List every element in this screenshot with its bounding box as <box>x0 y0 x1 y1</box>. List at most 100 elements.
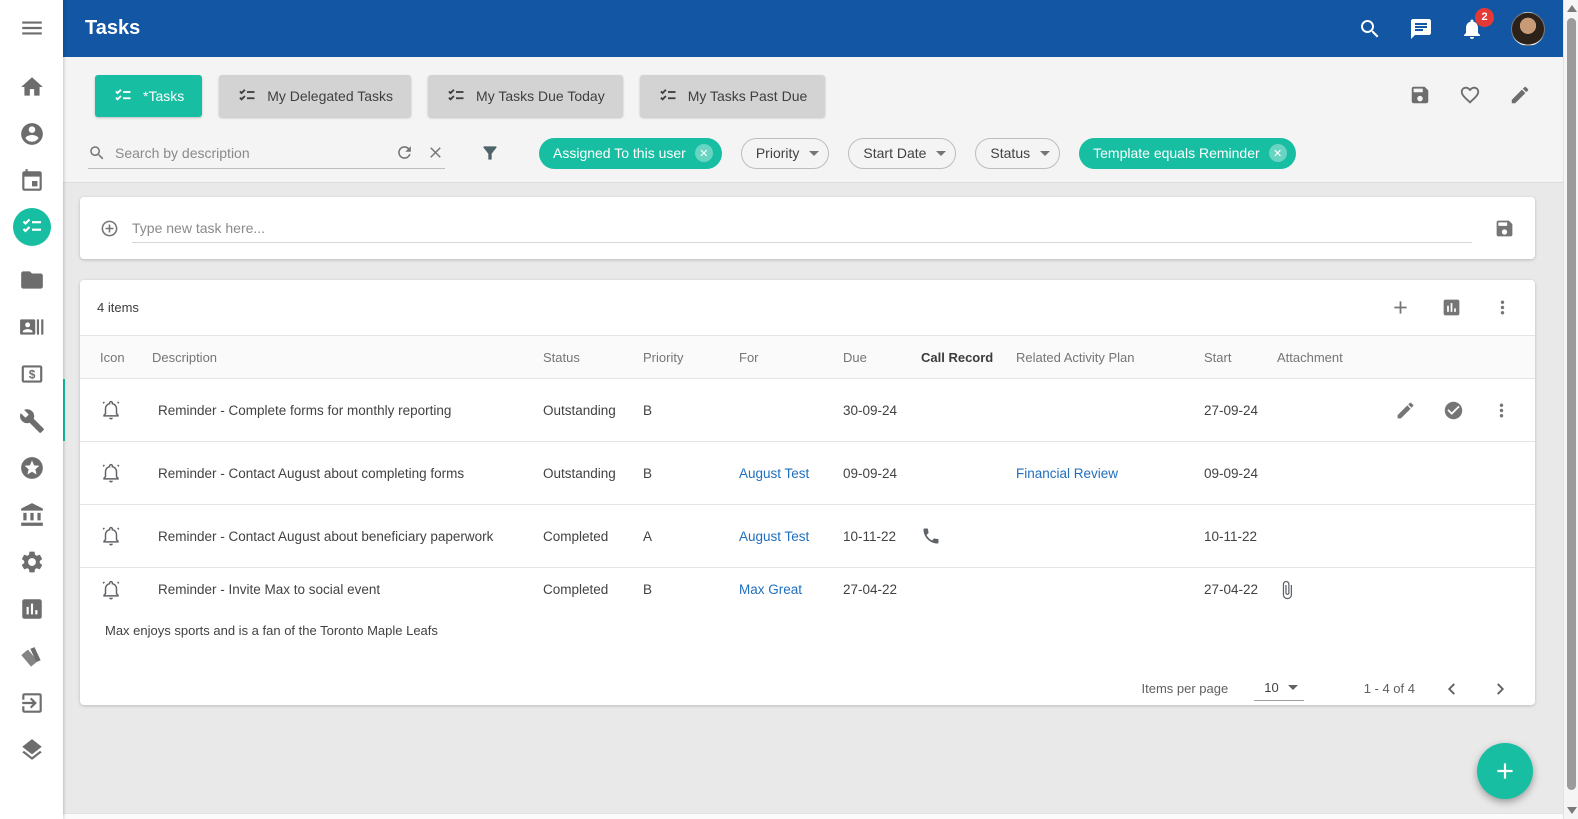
tab-my-delegated-tasks[interactable]: My Delegated Tasks <box>219 75 411 117</box>
task-note: Max enjoys sports and is a fan of the To… <box>80 611 1535 660</box>
accounts-bank-icon[interactable] <box>19 502 45 528</box>
refresh-icon[interactable] <box>395 143 414 162</box>
tags-deck-icon[interactable] <box>19 643 45 669</box>
home-icon[interactable] <box>19 74 45 100</box>
col-header-due[interactable]: Due <box>843 350 921 365</box>
task-for-link[interactable]: August Test <box>739 529 809 544</box>
col-header-for[interactable]: For <box>739 350 843 365</box>
task-for-link[interactable]: August Test <box>739 466 809 481</box>
notifications-bell-icon[interactable]: 2 <box>1460 17 1484 41</box>
items-bar: 4 items <box>80 280 1535 335</box>
chip-remove-icon[interactable]: ✕ <box>1269 144 1287 162</box>
task-priority: B <box>643 582 739 597</box>
col-header-priority[interactable]: Priority <box>643 350 739 365</box>
col-header-start[interactable]: Start <box>1204 350 1277 365</box>
chevron-down-icon <box>809 151 819 156</box>
chat-icon[interactable] <box>1409 17 1433 41</box>
menu-icon[interactable] <box>19 15 45 41</box>
chip-label: Priority <box>756 145 800 161</box>
col-header-status[interactable]: Status <box>543 350 643 365</box>
table-row[interactable]: Reminder - Contact August about completi… <box>80 442 1535 505</box>
tab-my-tasks-past-due[interactable]: My Tasks Past Due <box>640 75 826 117</box>
pagination: Items per page 10 1 - 4 of 4 <box>80 660 1535 717</box>
scrollbar-thumb[interactable] <box>1567 18 1576 790</box>
complete-task-icon[interactable] <box>1443 400 1464 421</box>
chip-label: Template equals Reminder <box>1093 145 1260 161</box>
search-icon[interactable] <box>1358 17 1382 41</box>
call-record-phone-icon[interactable] <box>921 526 941 546</box>
address-book-icon[interactable] <box>19 121 45 147</box>
sidebar: $ <box>0 0 63 819</box>
task-description: Reminder - Invite Max to social event <box>152 582 543 597</box>
reports-chart-icon[interactable] <box>19 596 45 622</box>
next-page-icon[interactable] <box>1489 678 1511 700</box>
chip-remove-icon[interactable]: ✕ <box>695 144 713 162</box>
layers-icon[interactable] <box>19 737 45 763</box>
save-view-icon[interactable] <box>1409 84 1431 106</box>
import-exit-icon[interactable] <box>19 690 45 716</box>
task-for-link[interactable]: Max Great <box>739 582 802 597</box>
contacts-list-icon[interactable] <box>19 314 45 340</box>
chip-label: Status <box>990 145 1030 161</box>
edit-task-icon[interactable] <box>1395 400 1416 421</box>
tools-wrench-icon[interactable] <box>19 408 45 434</box>
table-row[interactable]: Reminder - Invite Max to social event Co… <box>80 568 1535 611</box>
plus-icon <box>1492 758 1518 784</box>
tab-label: *Tasks <box>143 88 184 104</box>
tasks-table-card: 4 items Icon Description Status Priority… <box>80 280 1535 705</box>
col-header-related-activity-plan[interactable]: Related Activity Plan <box>1016 350 1204 365</box>
documents-folder-icon[interactable] <box>19 267 45 293</box>
new-task-card <box>80 197 1535 259</box>
column-chart-icon[interactable] <box>1441 297 1462 318</box>
reminder-bell-icon <box>100 399 122 421</box>
add-task-icon[interactable] <box>1390 297 1411 318</box>
tab-my-tasks-due-today[interactable]: My Tasks Due Today <box>428 75 623 117</box>
col-header-description[interactable]: Description <box>152 350 543 365</box>
scroll-down-arrow[interactable] <box>1567 807 1577 814</box>
table-row[interactable]: Reminder - Contact August about benefici… <box>80 505 1535 568</box>
app-bar: Tasks 2 <box>63 0 1563 57</box>
user-avatar[interactable] <box>1511 12 1545 46</box>
horizontal-scrollbar[interactable] <box>63 813 1563 819</box>
task-description: Reminder - Contact August about completi… <box>152 466 543 481</box>
chip-status[interactable]: Status <box>975 138 1060 169</box>
clear-search-icon[interactable] <box>426 143 445 162</box>
add-task-fab[interactable] <box>1477 743 1533 799</box>
previous-page-icon[interactable] <box>1441 678 1463 700</box>
chip-priority[interactable]: Priority <box>741 138 830 169</box>
chip-template-equals-reminder[interactable]: Template equals Reminder ✕ <box>1079 138 1296 169</box>
favorite-heart-icon[interactable] <box>1459 84 1481 106</box>
col-header-attachment[interactable]: Attachment <box>1277 350 1395 365</box>
settings-gear-icon[interactable] <box>19 549 45 575</box>
chip-assigned-to-this-user[interactable]: Assigned To this user ✕ <box>539 138 722 169</box>
items-per-page-select[interactable]: 10 <box>1254 677 1303 701</box>
search-box <box>88 137 445 169</box>
scroll-up-arrow[interactable] <box>1567 5 1577 12</box>
search-input[interactable] <box>115 145 383 161</box>
task-start: 27-09-24 <box>1204 403 1277 418</box>
vertical-scrollbar[interactable] <box>1563 0 1578 819</box>
col-header-call-record[interactable]: Call Record <box>921 350 1016 365</box>
main-content: *Tasks My Delegated Tasks My Tasks Due T… <box>63 57 1563 819</box>
edit-pencil-icon[interactable] <box>1509 84 1531 106</box>
attachment-paperclip-icon[interactable] <box>1277 580 1297 600</box>
new-task-input[interactable] <box>132 220 1472 236</box>
filter-funnel-icon[interactable] <box>480 143 500 163</box>
calendar-icon[interactable] <box>19 168 45 194</box>
related-activity-plan-link[interactable]: Financial Review <box>1016 466 1118 481</box>
chip-start-date[interactable]: Start Date <box>848 138 956 169</box>
more-options-icon[interactable] <box>1492 297 1513 318</box>
task-status: Completed <box>543 529 643 544</box>
task-priority: A <box>643 529 739 544</box>
opportunities-star-icon[interactable] <box>19 455 45 481</box>
save-task-icon[interactable] <box>1494 218 1515 239</box>
task-start: 10-11-22 <box>1204 529 1277 544</box>
invoices-icon[interactable]: $ <box>19 361 45 387</box>
col-header-icon[interactable]: Icon <box>100 350 152 365</box>
row-more-options-icon[interactable] <box>1491 400 1512 421</box>
tasks-icon-active[interactable] <box>13 208 51 246</box>
chevron-down-icon <box>1040 151 1050 156</box>
tab-tasks[interactable]: *Tasks <box>95 75 202 117</box>
add-circle-icon[interactable] <box>100 219 119 238</box>
table-row[interactable]: Reminder - Complete forms for monthly re… <box>80 379 1535 442</box>
